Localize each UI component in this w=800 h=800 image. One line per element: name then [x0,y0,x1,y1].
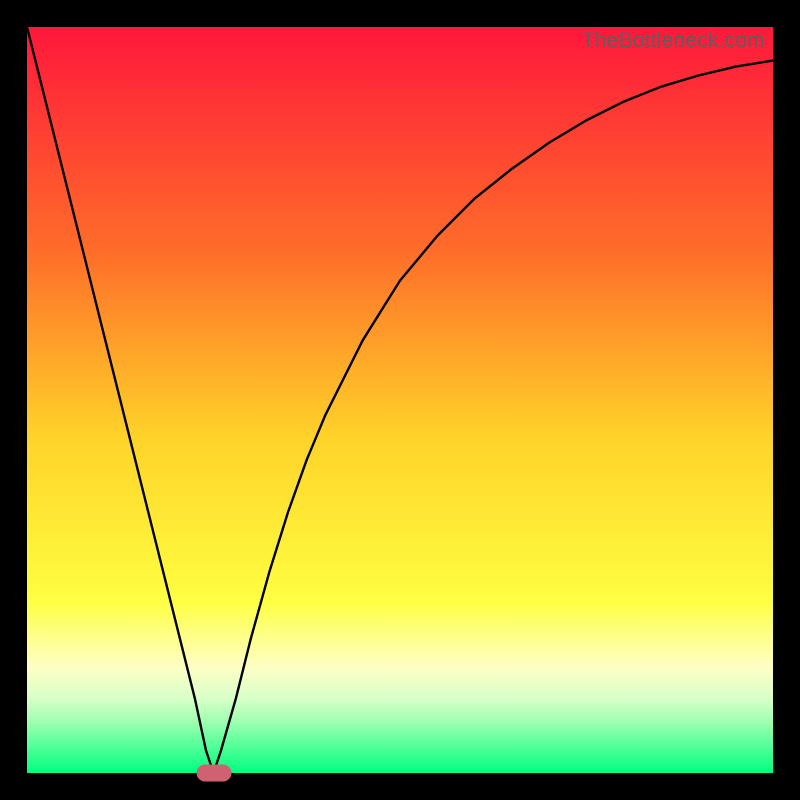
watermark-label: TheBottleneck.com [582,29,765,53]
optimum-marker [196,765,231,782]
line-curve [27,27,773,773]
chart-frame: TheBottleneck.com [0,0,800,800]
chart-plot-area: TheBottleneck.com [27,27,773,773]
